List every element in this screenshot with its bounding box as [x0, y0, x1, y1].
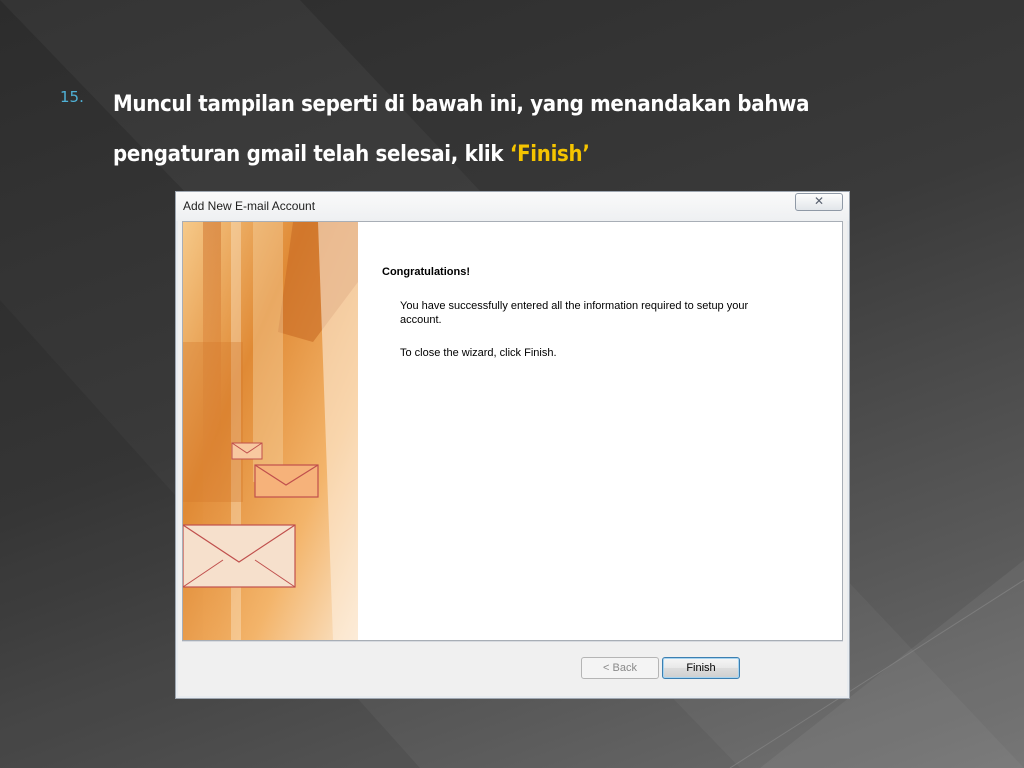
- instruction-line-1: Muncul tampilan seperti di bawah ini, ya…: [113, 92, 810, 117]
- footer-divider: [182, 641, 843, 642]
- close-instruction: To close the wizard, click Finish.: [400, 347, 557, 359]
- congratulations-heading: Congratulations!: [382, 266, 470, 278]
- add-email-account-dialog: Add New E-mail Account ✕ Congratulations…: [175, 191, 850, 699]
- wizard-side-art: [183, 222, 358, 640]
- dialog-content: Congratulations! You have successfully e…: [182, 221, 843, 641]
- close-button[interactable]: ✕: [795, 193, 843, 211]
- instruction-line-2-text: pengaturan gmail telah selesai, klik: [113, 142, 510, 167]
- success-message: You have successfully entered all the in…: [400, 300, 749, 326]
- dialog-title: Add New E-mail Account: [183, 199, 316, 213]
- back-button[interactable]: < Back: [581, 657, 659, 679]
- close-icon: ✕: [813, 194, 825, 208]
- finish-highlight: ‘Finish’: [509, 142, 590, 167]
- instruction-line-2: pengaturan gmail telah selesai, klik ‘Fi…: [113, 130, 960, 180]
- step-number: 15.: [60, 88, 84, 106]
- instruction-step: 15. Muncul tampilan seperti di bawah ini…: [60, 80, 960, 180]
- dialog-titlebar: Add New E-mail Account ✕: [176, 192, 849, 221]
- finish-button[interactable]: Finish: [662, 657, 740, 679]
- instruction-text: Muncul tampilan seperti di bawah ini, ya…: [113, 80, 960, 180]
